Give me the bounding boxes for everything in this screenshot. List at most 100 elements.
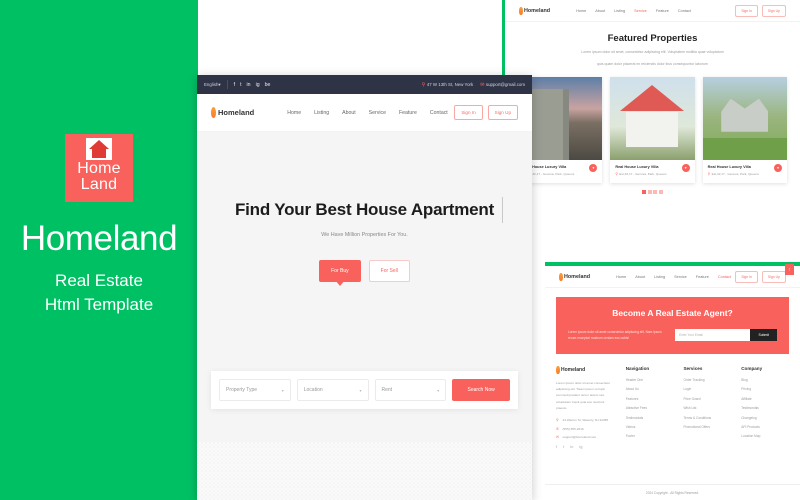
featured-sign-up-button[interactable]: Sign Up	[761, 4, 786, 17]
instagram-icon[interactable]: ig	[256, 82, 260, 88]
footer-link[interactable]: Wish List	[683, 406, 731, 410]
hero-nav-home[interactable]: Home	[287, 110, 301, 116]
footer-link[interactable]: Affiliate	[741, 397, 789, 401]
footer-email-text[interactable]: support@homeland.com	[563, 435, 597, 439]
featured-nav-home[interactable]: Home	[576, 9, 586, 13]
carousel-dot[interactable]	[647, 190, 652, 194]
instagram-icon[interactable]: ig	[579, 444, 582, 449]
footer-link[interactable]: Price Guard	[683, 397, 731, 401]
footer-email-row: ✉ support@homeland.com	[556, 435, 616, 439]
property-type-select[interactable]: Property Type ▾	[219, 379, 291, 401]
footer-nav-about[interactable]: About	[635, 275, 645, 279]
hero-screenshot: English▾ f t in ig be ⚲ 47 W 13th St, Ne…	[197, 75, 532, 500]
footer-link[interactable]: Testimonials	[626, 416, 674, 420]
footer-link[interactable]: Order Tracking	[683, 378, 731, 382]
footer-phone-text: (555) 555-2616	[562, 426, 584, 431]
logo-word-land: Land	[80, 176, 118, 193]
footer-panel-logo-text: Homeland	[564, 273, 591, 280]
topbar-address-text: 47 W 13th St, New York	[426, 82, 474, 87]
phone-icon: ✆	[556, 426, 560, 431]
scroll-to-top-button[interactable]: ↑	[785, 264, 794, 275]
house-icon	[86, 138, 112, 160]
footer-link[interactable]: Promotional Offers	[683, 425, 731, 429]
hero-logo[interactable]: Homeland	[211, 107, 254, 118]
footer-nav-home[interactable]: Home	[616, 275, 626, 279]
hero-nav-service[interactable]: Service	[369, 110, 386, 116]
topbar-address: ⚲ 47 W 13th St, New York	[422, 82, 474, 88]
featured-nav-listing[interactable]: Listing	[614, 9, 625, 13]
footer-panel-navbar: Homeland Home About Listing Service Feat…	[545, 266, 800, 288]
location-select[interactable]: Location ▾	[296, 379, 369, 401]
agent-email-input[interactable]: Enter Your Email	[675, 329, 751, 341]
footer-link[interactable]: Terms & Conditions	[683, 416, 731, 420]
hero-nav-listing[interactable]: Listing	[314, 110, 329, 116]
featured-nav-about[interactable]: About	[595, 9, 605, 13]
topbar-divider	[226, 80, 228, 89]
for-buy-button[interactable]: For Buy	[319, 260, 361, 282]
linkedin-icon[interactable]: in	[247, 82, 251, 88]
footer-link[interactable]: Features	[626, 397, 674, 401]
property-card[interactable]: Real House Luxury Villa ⚲ Est,32,17 - Ge…	[702, 77, 787, 183]
agent-cta-banner: Become A Real Estate Agent? Lorem ipsum …	[556, 297, 789, 354]
property-location-text: Est,32,17 - Genova, Park, Queens	[711, 172, 759, 176]
featured-nav-feature[interactable]: Feature	[656, 9, 669, 13]
agent-submit-button[interactable]: Submit	[750, 329, 777, 341]
favorite-icon[interactable]: ♥	[589, 164, 598, 172]
property-location-text: Est,32,17 - Genova, Park, Queens	[619, 172, 667, 176]
hero-nav-feature[interactable]: Feature	[399, 110, 417, 116]
footer-link[interactable]: Footer	[626, 434, 674, 438]
language-selector[interactable]: English▾	[204, 82, 221, 88]
agent-cta-description: Lorem ipsum dolor sit amet consectetur a…	[568, 330, 662, 340]
behance-icon[interactable]: be	[265, 82, 271, 88]
footer-nav-contact[interactable]: Contact	[718, 275, 731, 279]
featured-nav-service[interactable]: Service	[634, 9, 647, 13]
footer-link[interactable]: Pricing	[741, 387, 789, 391]
twitter-icon[interactable]: t	[563, 444, 564, 449]
footer-address-row: ⚲ 44 Warren St, Waverly, NJ 42385	[556, 418, 616, 422]
linkedin-icon[interactable]: in	[570, 444, 573, 449]
carousel-dot[interactable]	[658, 190, 663, 194]
twitter-icon[interactable]: t	[240, 82, 241, 88]
footer-link[interactable]: Testimonials	[741, 406, 789, 410]
footer-link[interactable]: API Products	[741, 425, 789, 429]
topbar-email[interactable]: ✉ support@gmail.com	[480, 82, 525, 88]
favorite-icon[interactable]: ♥	[681, 164, 690, 172]
rent-select[interactable]: Rent ▾	[374, 379, 447, 401]
featured-logo[interactable]: Homeland	[519, 6, 550, 15]
favorite-icon[interactable]: ♥	[773, 164, 782, 172]
hero-nav-about[interactable]: About	[342, 110, 356, 116]
footer-link[interactable]: Videos	[626, 425, 674, 429]
footer-link[interactable]: Attractive Fees	[626, 406, 674, 410]
facebook-icon[interactable]: f	[234, 82, 235, 88]
footer-link[interactable]: Location Map	[741, 434, 789, 438]
footer-link[interactable]: About Us	[626, 387, 674, 391]
carousel-dot[interactable]	[653, 190, 658, 194]
footer-link[interactable]: Blog	[741, 378, 789, 382]
footer-link[interactable]: Header One	[626, 378, 674, 382]
search-now-button[interactable]: Search Now	[452, 379, 510, 401]
hero-sign-up-button[interactable]: Sign Up	[487, 105, 518, 120]
featured-sign-in-button[interactable]: Sign In	[735, 4, 758, 17]
footer-sign-in-button[interactable]: Sign In	[735, 270, 758, 283]
footer-link[interactable]: Changelog	[741, 416, 789, 420]
brand-title: Homeland	[20, 219, 178, 258]
footer-link[interactable]: Login	[683, 387, 731, 391]
facebook-icon[interactable]: f	[556, 444, 557, 449]
featured-desc-line1: Lorem ipsum dolor sit amet, consectetur …	[581, 50, 724, 54]
carousel-dots[interactable]	[505, 190, 800, 194]
property-card[interactable]: Real House Luxury Villa ⚲ Est,32,17 - Ge…	[610, 77, 695, 183]
footer-nav-listing[interactable]: Listing	[654, 275, 665, 279]
footer-nav-service[interactable]: Service	[674, 275, 687, 279]
carousel-dot[interactable]	[642, 190, 647, 194]
footer-nav-feature[interactable]: Feature	[696, 275, 709, 279]
property-type-value: Property Type	[226, 387, 258, 393]
hero-sign-in-button[interactable]: Sign In	[454, 105, 483, 120]
map-pin-icon: ⚲	[707, 172, 711, 176]
featured-nav-contact[interactable]: Contact	[678, 9, 691, 13]
footer-panel-logo[interactable]: Homeland	[559, 272, 591, 281]
hero-nav-contact[interactable]: Contact	[430, 110, 448, 116]
topbar-contact-info: ⚲ 47 W 13th St, New York ✉ support@gmail…	[422, 82, 525, 88]
footer-brand-logo[interactable]: Homeland	[556, 366, 616, 374]
footer-sign-up-button[interactable]: Sign Up	[761, 270, 786, 283]
for-sell-button[interactable]: For Sell	[368, 260, 410, 282]
